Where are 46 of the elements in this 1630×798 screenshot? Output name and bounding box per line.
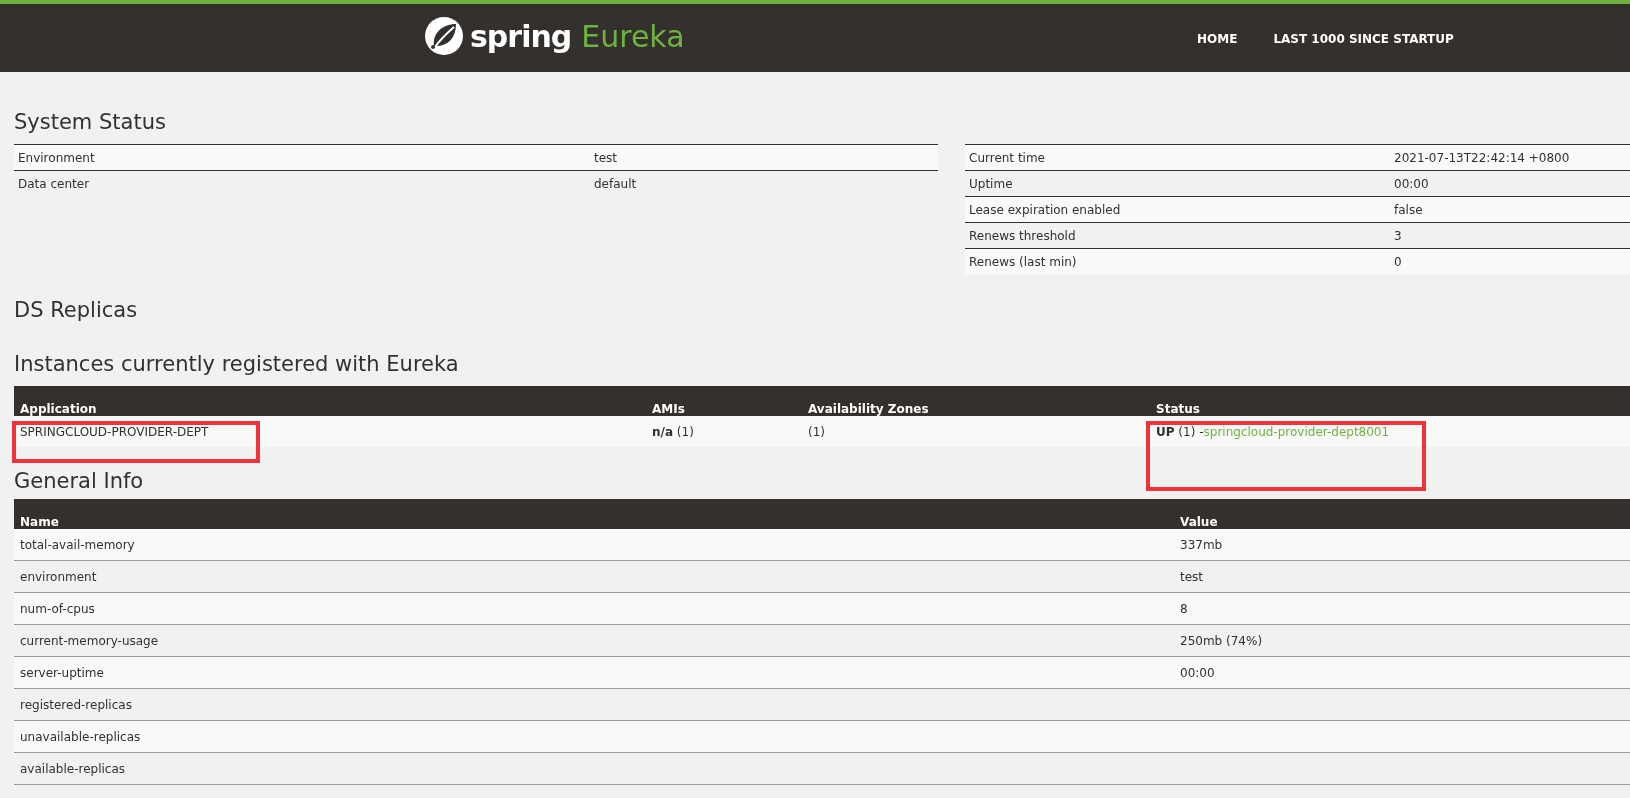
table-cell: SPRINGCLOUD-PROVIDER-DEPT [20,424,209,439]
table-cell-text: total-avail-memory [20,537,136,552]
table-cell-text: server-uptime [20,665,105,680]
table-cell-text: num-of-cpus [20,601,96,616]
section-heading: Instances currently registered with Eureka [14,351,459,378]
table-cell-text: Environment [18,150,96,165]
table-cell-text: Uptime [969,176,1014,191]
nav-link[interactable]: HOME [1197,32,1238,46]
table-cell-text: registered-replicas [20,697,133,712]
status-text: UP (1) - [1156,424,1204,439]
table-cell-text: unavailable-replicas [20,729,142,744]
table-cell-text: 00:00 [1180,665,1216,680]
section-heading: DS Replicas [14,297,138,324]
table-cell: 2021-07-13T22:42:14 +0800 [1394,150,1570,165]
section-heading: System Status [14,109,166,136]
table-cell-text: current-memory-usage [20,633,160,648]
section-heading: General Info [14,468,144,495]
column-header: Value [1180,514,1219,529]
table-cell-text: n/a (1) [652,424,695,439]
table-cell-text: Lease expiration enabled [969,202,1122,217]
column-header: AMIs [652,401,686,416]
table-cell-text: environment [20,569,98,584]
table-cell: test [594,150,618,165]
table-cell-text: Renews (last min) [969,254,1078,269]
column-header: Application [20,401,98,416]
table-cell: false [1394,202,1423,217]
table-cell-text: test [1180,569,1205,584]
column-header: Availability Zones [808,401,930,416]
product-name: Eureka [581,18,685,54]
table-cell-text: Renews threshold [969,228,1077,243]
column-header: Status [1156,401,1201,416]
table-cell-text: Data center [18,176,91,191]
brand-name: spring [470,18,572,54]
column-header: Name [20,514,60,529]
table-cell: 00:00 [1394,176,1429,191]
table-cell: 0 [1394,254,1402,269]
table-cell-text: available-replicas [20,761,127,776]
leaf-logo-icon [424,16,464,56]
table-cell-text: (1) [808,424,826,439]
table-cell: 3 [1394,228,1402,243]
table-cell-text: Current time [969,150,1046,165]
table-cell: default [594,176,637,191]
table-cell-text: 250mb (74%) [1180,633,1264,648]
table-cell-text: 8 [1180,601,1189,616]
table-cell-text: 337mb [1180,537,1224,552]
nav-link[interactable]: LAST 1000 SINCE STARTUP [1273,32,1454,46]
